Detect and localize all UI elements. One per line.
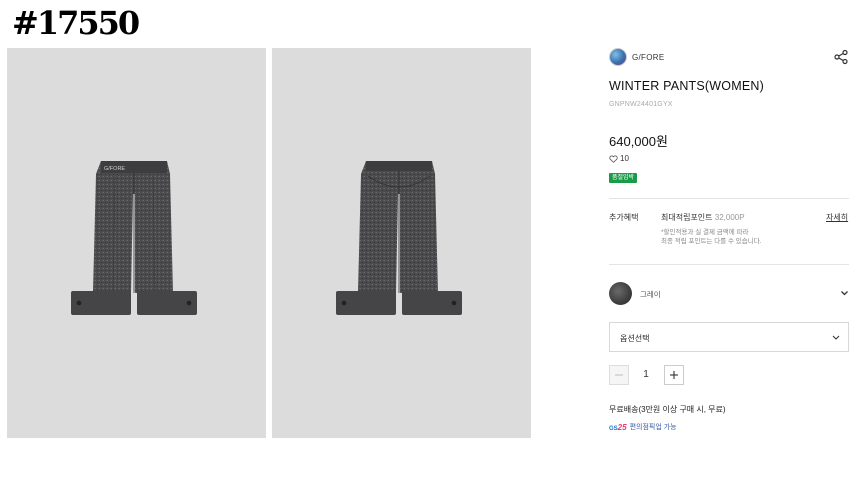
quantity-increase-button[interactable]	[664, 365, 684, 385]
product-title: WINTER PANTS(WOMEN)	[609, 79, 764, 93]
pants-back-illustration	[336, 161, 462, 315]
brand-name[interactable]: G/FORE	[632, 53, 664, 62]
gs25-pickup-link[interactable]: GS25 편의점픽업 가능	[609, 422, 677, 432]
points-label: 최대적립포인트	[661, 213, 713, 222]
waistband-logo: G/FORE	[104, 166, 125, 172]
benefit-note: *할인적용과 실 결제 금액에 따라 최종 적립 포인트는 다를 수 있습니다.	[661, 228, 762, 246]
gs25-pickup-text: 편의점픽업 가능	[629, 424, 677, 431]
points-value: 32,000P	[714, 213, 745, 222]
chevron-down-icon	[841, 291, 848, 296]
color-selector[interactable]: 그레이	[609, 281, 849, 305]
color-swatch	[609, 282, 632, 305]
benefit-note-line2: 최종 적립 포인트는 다를 수 있습니다.	[661, 238, 762, 245]
like-count: 10	[620, 154, 629, 163]
color-name: 그레이	[640, 290, 661, 299]
share-icon[interactable]	[833, 49, 849, 65]
option-select-label: 옵션선택	[620, 334, 650, 343]
quantity-decrease-button[interactable]	[609, 365, 629, 385]
divider	[609, 198, 849, 199]
heart-icon	[609, 154, 618, 163]
gs25-logo-icon: GS25	[609, 422, 627, 432]
plus-icon	[670, 371, 678, 379]
divider	[609, 264, 849, 265]
brand-row: G/FORE	[609, 48, 849, 68]
product-image-front[interactable]: G/FORE	[7, 48, 266, 438]
product-code: GNPNW24401GYX	[609, 101, 673, 108]
like-button[interactable]: 10	[609, 154, 629, 163]
status-badge: 품절임박	[609, 173, 638, 183]
benefit-note-line1: *할인적용과 실 결제 금액에 따라	[661, 229, 749, 236]
benefit-detail-link[interactable]: 자세히	[826, 212, 848, 223]
brand-avatar-icon[interactable]	[609, 48, 627, 66]
product-image-back[interactable]	[272, 48, 531, 438]
minus-icon	[615, 374, 623, 376]
shipping-info: 무료배송(3만원 이상 구매 시, 무료)	[609, 405, 726, 414]
quantity-value[interactable]: 1	[636, 365, 656, 385]
product-price: 640,000원	[609, 134, 668, 149]
benefit-label: 추가혜택	[609, 213, 639, 222]
page-id-title: #17550	[12, 4, 140, 42]
benefit-points: 최대적립포인트 32,000P	[661, 212, 745, 223]
option-select[interactable]: 옵션선택	[609, 322, 849, 352]
chevron-down-icon	[832, 335, 840, 340]
pants-front-illustration: G/FORE	[71, 161, 197, 315]
